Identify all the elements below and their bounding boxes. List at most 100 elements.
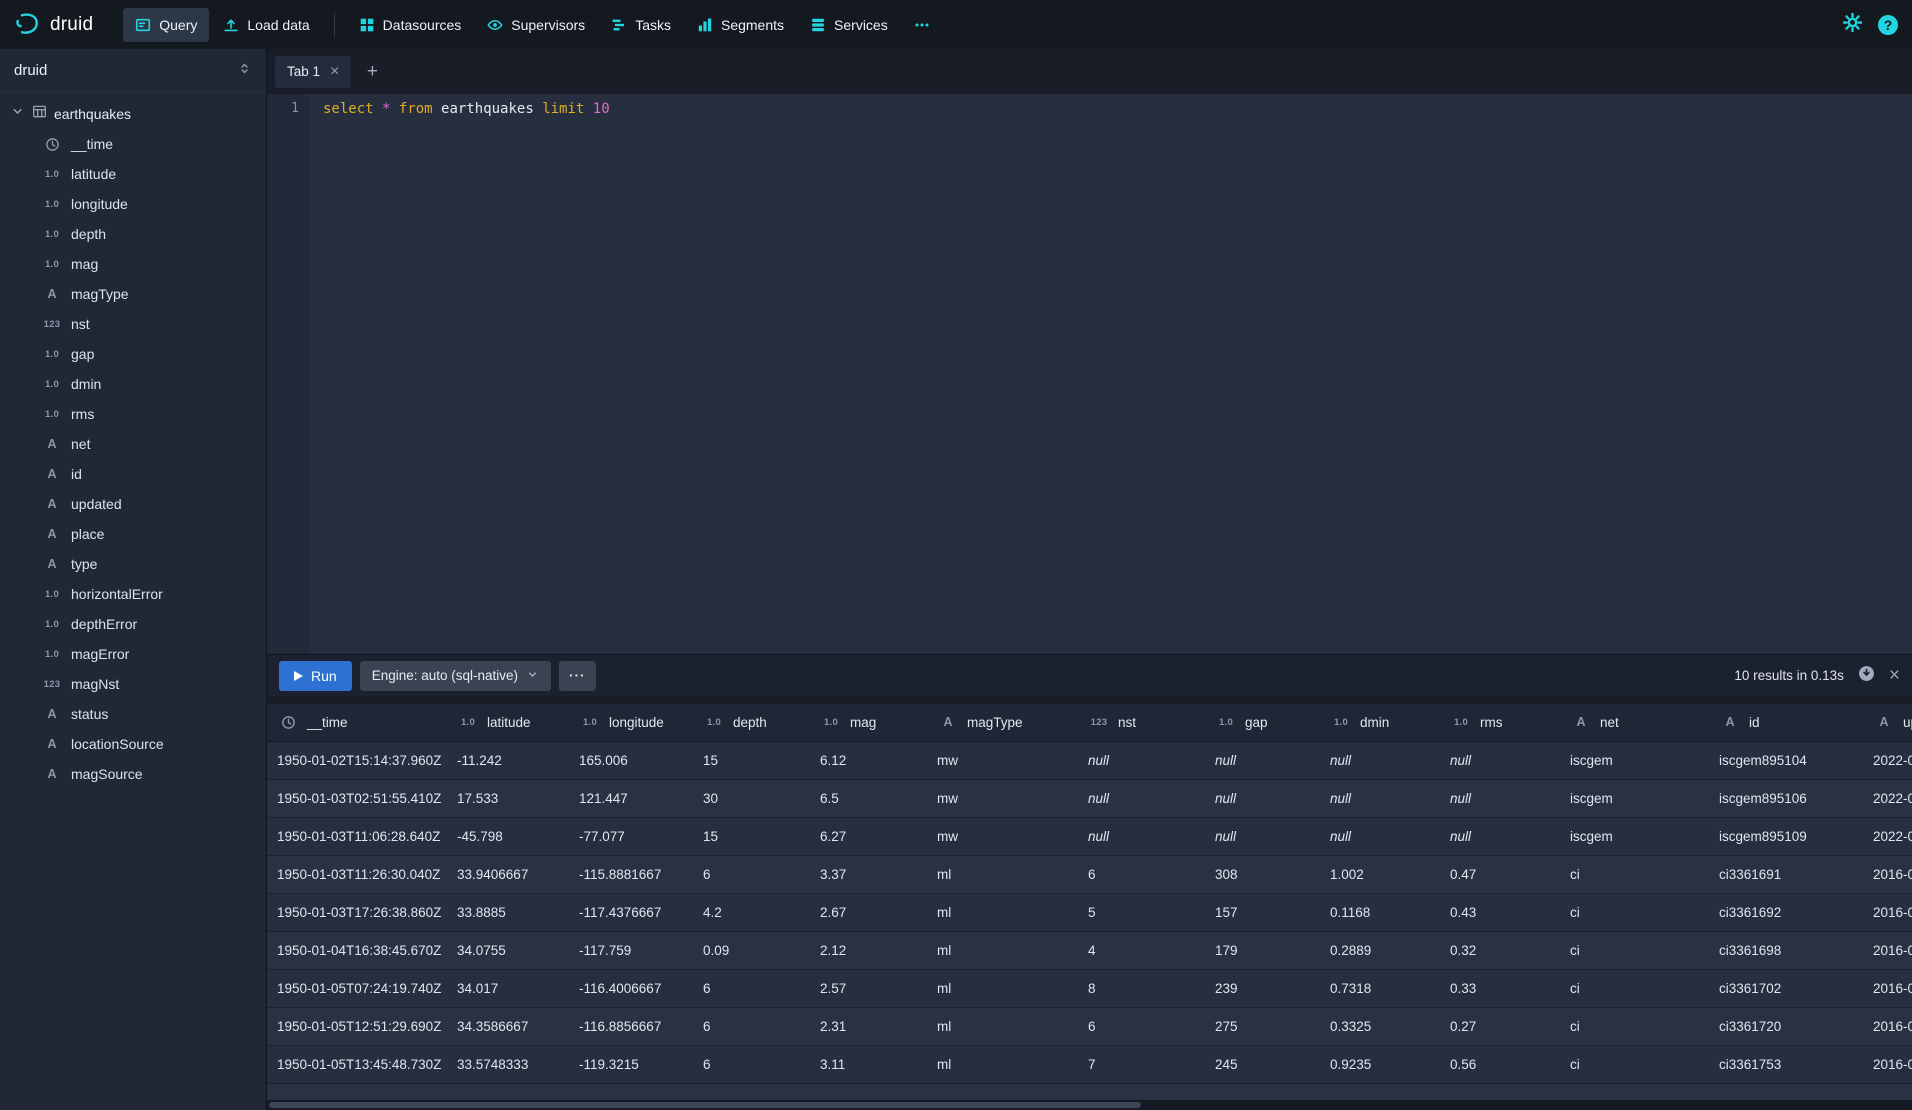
cell-longitude[interactable]: -119.3215: [569, 1045, 693, 1083]
cell-net[interactable]: ci: [1560, 1045, 1709, 1083]
cell-magType[interactable]: ml: [927, 931, 1078, 969]
cell-dmin[interactable]: 0.9235: [1320, 1045, 1440, 1083]
cell-depth[interactable]: 6: [693, 1045, 810, 1083]
column-header-longitude[interactable]: 1.0longitude: [569, 704, 693, 741]
cell-dmin[interactable]: 0.1168: [1320, 893, 1440, 931]
cell-mag[interactable]: 6.12: [810, 741, 927, 779]
column-header-net[interactable]: Anet: [1560, 704, 1709, 741]
nav-item-supervisors[interactable]: Supervisors: [475, 8, 597, 42]
settings-button[interactable]: [1843, 13, 1862, 37]
cell-id[interactable]: ci3361720: [1709, 1007, 1863, 1045]
cell-depth[interactable]: 6: [693, 1007, 810, 1045]
cell-mag[interactable]: 2.12: [810, 931, 927, 969]
cell-dmin[interactable]: null: [1320, 817, 1440, 855]
cell-net[interactable]: ci: [1560, 855, 1709, 893]
sql-editor[interactable]: 1 select * from earthquakes limit 10: [267, 94, 1912, 654]
cell-nst[interactable]: 5: [1078, 893, 1205, 931]
cell-updated[interactable]: 2016-0: [1863, 855, 1912, 893]
column-item-updated[interactable]: Aupdated: [0, 489, 266, 519]
cell-rms[interactable]: null: [1440, 779, 1560, 817]
cell-mag[interactable]: 3.37: [810, 855, 927, 893]
column-item-__time[interactable]: __time: [0, 129, 266, 159]
cell-depth[interactable]: 30: [693, 779, 810, 817]
add-tab-button[interactable]: +: [357, 57, 387, 87]
column-item-status[interactable]: Astatus: [0, 699, 266, 729]
cell-latitude[interactable]: 17.533: [447, 779, 569, 817]
cell-depth[interactable]: 4.2: [693, 893, 810, 931]
cell-dmin[interactable]: 0.7318: [1320, 969, 1440, 1007]
cell-net[interactable]: iscgem: [1560, 779, 1709, 817]
cell-depth[interactable]: 6: [693, 855, 810, 893]
cell-gap[interactable]: null: [1205, 741, 1320, 779]
cell-magType[interactable]: ml: [927, 1045, 1078, 1083]
cell-nst[interactable]: 7: [1078, 1045, 1205, 1083]
cell-__time[interactable]: 1950-01-05T12:51:29.690Z: [267, 1007, 447, 1045]
cell-__time[interactable]: 1950-01-05T13:45:48.730Z: [267, 1045, 447, 1083]
column-item-longitude[interactable]: 1.0longitude: [0, 189, 266, 219]
cell-latitude[interactable]: 34.0755: [447, 931, 569, 969]
query-more-button[interactable]: ···: [559, 661, 596, 691]
cell-__time[interactable]: 1950-01-04T16:38:45.670Z: [267, 931, 447, 969]
column-item-id[interactable]: Aid: [0, 459, 266, 489]
cell-magType[interactable]: mw: [927, 741, 1078, 779]
cell-latitude[interactable]: 34.017: [447, 969, 569, 1007]
column-item-gap[interactable]: 1.0gap: [0, 339, 266, 369]
cell-depth[interactable]: 6: [693, 969, 810, 1007]
column-item-magNst[interactable]: 123magNst: [0, 669, 266, 699]
column-header-__time[interactable]: __time: [267, 704, 447, 741]
cell-latitude[interactable]: 33.9406667: [447, 855, 569, 893]
cell-magType[interactable]: ml: [927, 969, 1078, 1007]
cell-gap[interactable]: 245: [1205, 1045, 1320, 1083]
column-header-magType[interactable]: AmagType: [927, 704, 1078, 741]
cell-id[interactable]: iscgem895106: [1709, 779, 1863, 817]
cell-dmin[interactable]: 0.3325: [1320, 1007, 1440, 1045]
cell-magType[interactable]: ml: [927, 893, 1078, 931]
cell-latitude[interactable]: -45.798: [447, 817, 569, 855]
column-header-dmin[interactable]: 1.0dmin: [1320, 704, 1440, 741]
column-item-net[interactable]: Anet: [0, 429, 266, 459]
cell-id[interactable]: ci3361753: [1709, 1045, 1863, 1083]
cell-rms[interactable]: 0.33: [1440, 969, 1560, 1007]
cell-longitude[interactable]: -116.8856667: [569, 1007, 693, 1045]
cell-__time[interactable]: 1950-01-03T11:26:30.040Z: [267, 855, 447, 893]
cell-rms[interactable]: 0.47: [1440, 855, 1560, 893]
cell-longitude[interactable]: -77.077: [569, 817, 693, 855]
column-header-updated[interactable]: Aupdated: [1863, 704, 1912, 741]
cell-nst[interactable]: null: [1078, 817, 1205, 855]
cell-magType[interactable]: mw: [927, 779, 1078, 817]
cell-latitude[interactable]: -11.242: [447, 741, 569, 779]
cell-dmin[interactable]: 1.002: [1320, 855, 1440, 893]
cell-id[interactable]: ci3361698: [1709, 931, 1863, 969]
druid-brand[interactable]: druid: [14, 11, 93, 38]
column-item-mag[interactable]: 1.0mag: [0, 249, 266, 279]
close-results-icon[interactable]: ×: [1889, 666, 1900, 685]
cell-depth[interactable]: 0.09: [693, 931, 810, 969]
column-item-locationSource[interactable]: AlocationSource: [0, 729, 266, 759]
nav-item-tasks[interactable]: Tasks: [599, 8, 683, 42]
cell-updated[interactable]: 2016-0: [1863, 1045, 1912, 1083]
cell-updated[interactable]: 2022-0: [1863, 779, 1912, 817]
cell-id[interactable]: iscgem895104: [1709, 741, 1863, 779]
column-header-latitude[interactable]: 1.0latitude: [447, 704, 569, 741]
datasource-node[interactable]: earthquakes: [0, 99, 266, 129]
column-item-magType[interactable]: AmagType: [0, 279, 266, 309]
nav-item-services[interactable]: Services: [798, 8, 900, 42]
cell-nst[interactable]: 6: [1078, 1007, 1205, 1045]
cell-nst[interactable]: 4: [1078, 931, 1205, 969]
cell-id[interactable]: iscgem895109: [1709, 817, 1863, 855]
column-item-dmin[interactable]: 1.0dmin: [0, 369, 266, 399]
cell-nst[interactable]: 6: [1078, 855, 1205, 893]
run-button[interactable]: Run: [279, 661, 352, 691]
cell-longitude[interactable]: 121.447: [569, 779, 693, 817]
cell-gap[interactable]: 157: [1205, 893, 1320, 931]
cell-gap[interactable]: 239: [1205, 969, 1320, 1007]
cell-mag[interactable]: 6.5: [810, 779, 927, 817]
cell-gap[interactable]: null: [1205, 779, 1320, 817]
tab-1[interactable]: Tab 1 ×: [275, 56, 351, 88]
schema-select-button[interactable]: [237, 61, 252, 81]
cell-mag[interactable]: 3.11: [810, 1045, 927, 1083]
cell-rms[interactable]: null: [1440, 741, 1560, 779]
cell-updated[interactable]: 2016-0: [1863, 1007, 1912, 1045]
cell-mag[interactable]: 2.31: [810, 1007, 927, 1045]
download-results-button[interactable]: [1858, 665, 1875, 687]
